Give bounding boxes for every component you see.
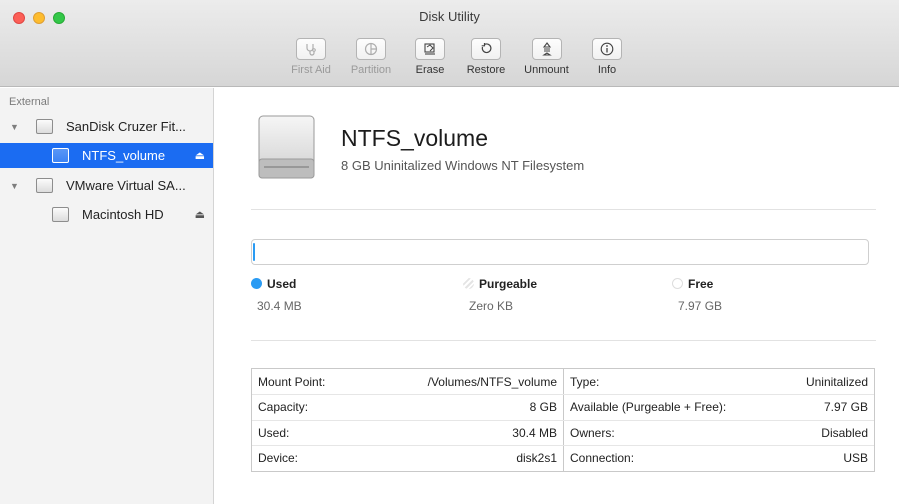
storage-usage-bar (251, 239, 869, 265)
sidebar-item-label: VMware Virtual SA... (66, 178, 186, 193)
info-key: Capacity: (258, 400, 309, 414)
partition-icon (364, 42, 378, 56)
info-value: Uninitalized (805, 375, 868, 389)
usage-bar-used-segment (253, 243, 255, 261)
info-key: Connection: (570, 451, 635, 465)
unmount-button[interactable]: Unmount (519, 38, 574, 82)
info-row-type: Type: Uninitalized (564, 369, 874, 394)
info-value: USB (843, 451, 868, 465)
info-label: Info (597, 64, 617, 76)
main-panel: NTFS_volume 8 GB Uninitalized Windows NT… (215, 88, 899, 504)
disclosure-triangle-icon[interactable]: ▼ (10, 181, 19, 191)
volume-title: NTFS_volume (341, 125, 488, 151)
partition-label: Partition (350, 64, 392, 76)
info-key: Available (Purgeable + Free): (570, 400, 727, 414)
restore-button[interactable]: Restore (463, 38, 509, 82)
first-aid-label: First Aid (291, 64, 331, 76)
free-color-dot (672, 278, 683, 289)
sidebar-item-macintosh-hd[interactable]: Macintosh HD ⏏ (0, 202, 213, 227)
external-disk-icon (36, 119, 53, 134)
volume-info-table: Mount Point: /Volumes/NTFS_volume Capaci… (251, 368, 875, 472)
restore-label: Restore (466, 64, 506, 76)
window-title: Disk Utility (419, 9, 480, 24)
legend-free-value: 7.97 GB (678, 299, 723, 313)
legend-used-label: Used (267, 277, 297, 291)
info-value: Disabled (821, 426, 868, 440)
title-bar: Disk Utility First Aid Partition Erase R… (0, 0, 899, 87)
erase-label: Erase (415, 64, 445, 76)
volume-large-icon (258, 115, 315, 179)
info-value: disk2s1 (516, 451, 557, 465)
sidebar-item-label: Macintosh HD (82, 207, 164, 222)
sidebar-item-vmware[interactable]: ▼ VMware Virtual SA... (0, 173, 213, 198)
info-key: Mount Point: (258, 375, 326, 389)
unmount-icon (541, 42, 552, 56)
info-value: 7.97 GB (823, 400, 868, 414)
internal-disk-icon (36, 178, 53, 193)
sidebar-item-ntfs-volume[interactable]: NTFS_volume ⏏ (0, 143, 213, 168)
info-row-mount-point: Mount Point: /Volumes/NTFS_volume (252, 369, 563, 394)
sidebar-item-label: SanDisk Cruzer Fit... (66, 119, 186, 134)
info-row-connection: Connection: USB (564, 445, 874, 470)
erase-button[interactable]: Erase (410, 38, 450, 82)
eject-icon[interactable]: ⏏ (195, 149, 205, 162)
volume-icon (52, 148, 69, 163)
info-value: 8 GB (529, 400, 557, 414)
info-button[interactable]: Info (590, 38, 624, 82)
sidebar-item-label: NTFS_volume (82, 148, 166, 163)
info-key: Used: (258, 426, 290, 440)
used-color-dot (251, 278, 262, 289)
info-row-device: Device: disk2s1 (252, 445, 563, 470)
volume-description: 8 GB Uninitalized Windows NT Filesystem (341, 158, 585, 173)
sidebar: External ▼ SanDisk Cruzer Fit... NTFS_vo… (0, 88, 214, 504)
purgeable-color-dot (463, 278, 474, 289)
info-key: Type: (570, 375, 600, 389)
disclosure-triangle-icon[interactable]: ▼ (10, 122, 19, 132)
partition-button[interactable]: Partition (341, 38, 401, 82)
first-aid-button[interactable]: First Aid (286, 38, 336, 82)
info-icon (600, 42, 614, 56)
legend-used-value: 30.4 MB (257, 299, 302, 313)
restore-icon (481, 43, 492, 54)
erase-icon (424, 43, 435, 55)
volume-icon (52, 207, 69, 222)
sidebar-item-sandisk[interactable]: ▼ SanDisk Cruzer Fit... (0, 114, 213, 139)
info-row-used: Used: 30.4 MB (252, 420, 563, 445)
info-row-owners: Owners: Disabled (564, 420, 874, 445)
info-row-capacity: Capacity: 8 GB (252, 394, 563, 419)
divider (251, 209, 876, 210)
disk-utility-window: Disk Utility First Aid Partition Erase R… (0, 0, 899, 504)
info-value: /Volumes/NTFS_volume (427, 375, 557, 389)
info-row-available: Available (Purgeable + Free): 7.97 GB (564, 394, 874, 419)
legend-free-label: Free (688, 277, 714, 291)
legend-purgeable-value: Zero KB (469, 299, 514, 313)
info-key: Owners: (570, 426, 615, 440)
sidebar-section-external: External (9, 96, 50, 108)
legend-purgeable-label: Purgeable (479, 277, 538, 291)
eject-icon[interactable]: ⏏ (195, 208, 205, 221)
info-value: 30.4 MB (512, 426, 557, 440)
unmount-label: Unmount (524, 64, 569, 76)
info-key: Device: (258, 451, 299, 465)
stethoscope-icon (306, 44, 316, 56)
divider (251, 340, 876, 341)
